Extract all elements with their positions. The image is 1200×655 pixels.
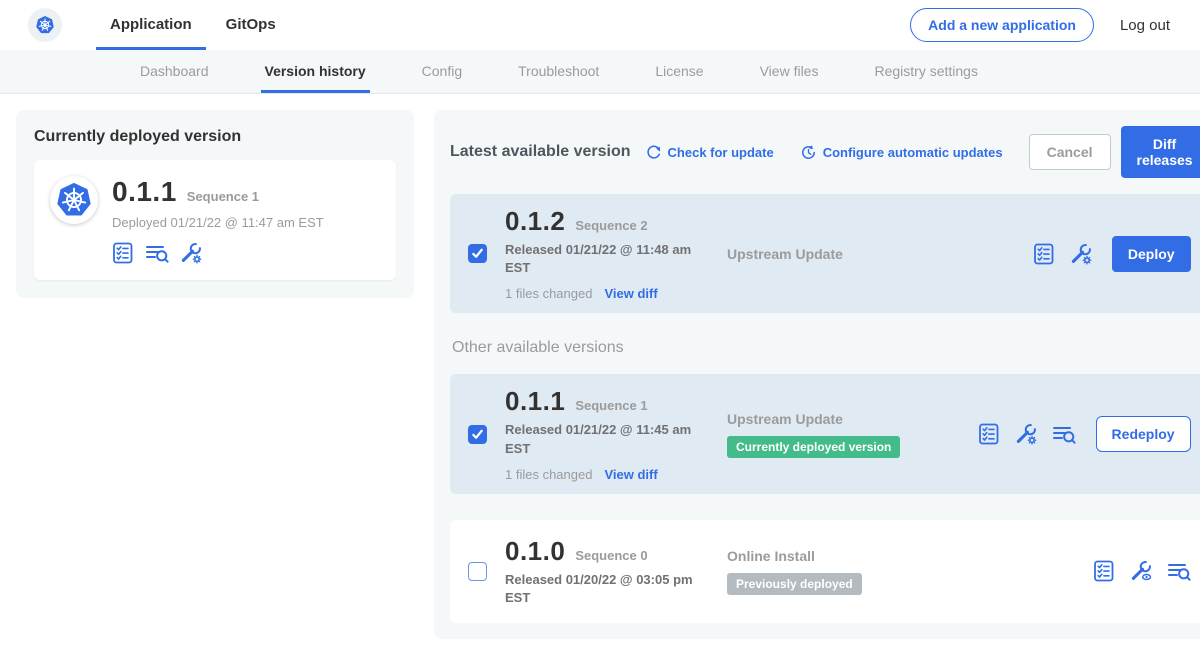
version-checkbox[interactable] (468, 425, 487, 444)
check-for-update-icon (645, 144, 662, 161)
released-timestamp: Released 01/21/22 @ 11:48 am EST (505, 241, 701, 277)
preflight-checks-icon[interactable] (112, 242, 134, 264)
released-timestamp: Released 01/20/22 @ 03:05 pm EST (505, 571, 701, 607)
version-checkbox[interactable] (468, 244, 487, 263)
subnav-config[interactable]: Config (422, 50, 462, 93)
version-row-0-1-2: 0.1.2 Sequence 2 Released 01/21/22 @ 11:… (450, 194, 1200, 313)
edit-config-icon[interactable] (180, 242, 202, 264)
auto-updates-icon (800, 144, 817, 161)
deploy-logs-icon[interactable] (1167, 560, 1191, 582)
add-application-button[interactable]: Add a new application (910, 8, 1094, 42)
subnav-troubleshoot[interactable]: Troubleshoot (518, 50, 599, 93)
files-changed-label: 1 files changed (505, 467, 592, 482)
previously-deployed-badge: Previously deployed (727, 573, 862, 595)
other-versions-title: Other available versions (452, 339, 1200, 357)
preflight-checks-icon[interactable] (1093, 560, 1115, 582)
cancel-button[interactable]: Cancel (1029, 134, 1111, 170)
view-diff-link[interactable]: View diff (604, 286, 657, 301)
edit-config-icon[interactable] (1070, 243, 1092, 265)
view-config-icon[interactable] (1130, 560, 1152, 582)
currently-deployed-badge: Currently deployed version (727, 436, 900, 458)
subnav-view-files[interactable]: View files (760, 50, 819, 93)
version-row-0-1-1: 0.1.1 Sequence 1 Released 01/21/22 @ 11:… (450, 374, 1200, 493)
app-icon-kubernetes (50, 176, 98, 224)
available-versions-panel: Latest available version Check for updat… (434, 110, 1200, 639)
currently-deployed-title: Currently deployed version (34, 128, 396, 146)
subnav-license[interactable]: License (655, 50, 703, 93)
subnav-version-history[interactable]: Version history (265, 50, 366, 93)
released-timestamp: Released 01/21/22 @ 11:45 am EST (505, 421, 701, 457)
version-sequence: Sequence 0 (575, 548, 647, 563)
version-number: 0.1.0 (505, 536, 565, 567)
version-sequence: Sequence 1 (575, 398, 647, 413)
files-changed-label: 1 files changed (505, 286, 592, 301)
deploy-logs-icon[interactable] (145, 242, 169, 264)
deployed-sequence: Sequence 1 (187, 189, 259, 204)
app-sub-nav: Dashboard Version history Config Trouble… (0, 50, 1200, 94)
check-for-update-link[interactable]: Check for update (645, 144, 774, 161)
version-source-label: Upstream Update (727, 411, 952, 427)
version-row-0-1-0: 0.1.0 Sequence 0 Released 01/20/22 @ 03:… (450, 520, 1200, 623)
subnav-dashboard[interactable]: Dashboard (140, 50, 209, 93)
subnav-registry-settings[interactable]: Registry settings (874, 50, 977, 93)
deploy-button[interactable]: Deploy (1112, 236, 1191, 272)
version-checkbox[interactable] (468, 562, 487, 581)
currently-deployed-panel: Currently deployed version 0.1.1 Sequenc… (16, 110, 414, 298)
latest-available-title: Latest available version (450, 143, 631, 161)
version-number: 0.1.2 (505, 206, 565, 237)
top-nav: Application GitOps Add a new application… (0, 0, 1200, 50)
view-diff-link[interactable]: View diff (604, 467, 657, 482)
configure-auto-updates-link[interactable]: Configure automatic updates (800, 144, 1003, 161)
tab-gitops[interactable]: GitOps (212, 0, 290, 50)
deployed-timestamp: Deployed 01/21/22 @ 11:47 am EST (112, 215, 324, 230)
deployed-version-number: 0.1.1 (112, 176, 177, 208)
deployed-version-card: 0.1.1 Sequence 1 Deployed 01/21/22 @ 11:… (34, 160, 396, 280)
version-number: 0.1.1 (505, 386, 565, 417)
version-source-label: Online Install (727, 548, 952, 564)
preflight-checks-icon[interactable] (978, 423, 1000, 445)
redeploy-button[interactable]: Redeploy (1096, 416, 1191, 452)
preflight-checks-icon[interactable] (1033, 243, 1055, 265)
edit-config-icon[interactable] (1015, 423, 1037, 445)
version-sequence: Sequence 2 (575, 218, 647, 233)
tab-application[interactable]: Application (96, 0, 206, 50)
deploy-logs-icon[interactable] (1052, 423, 1076, 445)
kubernetes-logo (28, 8, 62, 42)
logout-button[interactable]: Log out (1120, 17, 1170, 34)
diff-releases-button[interactable]: Diff releases (1121, 126, 1200, 178)
version-source-label: Upstream Update (727, 246, 952, 262)
